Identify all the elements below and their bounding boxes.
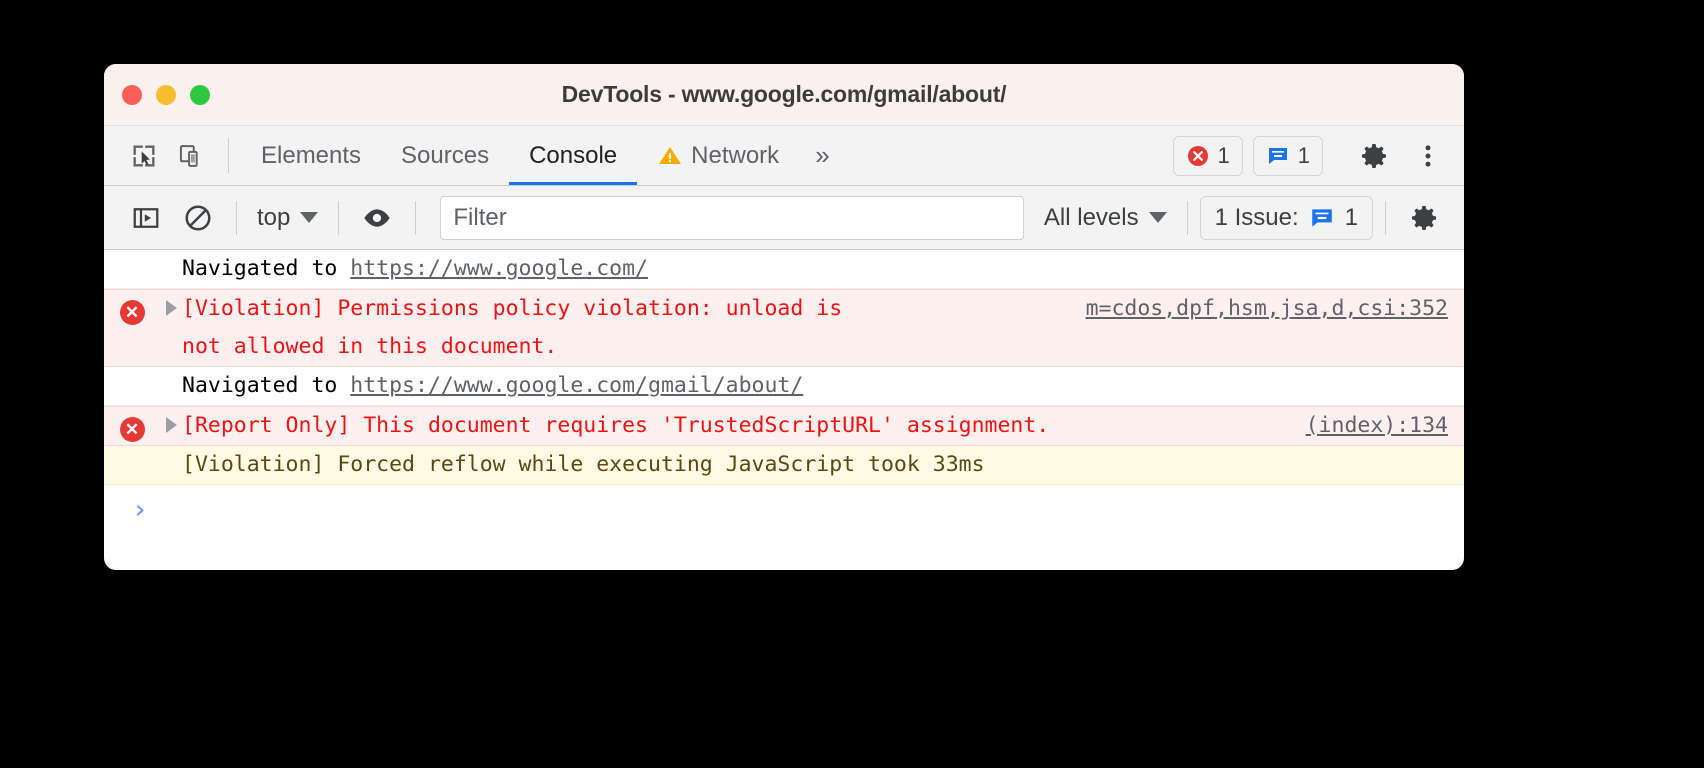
console-sidebar-icon[interactable] — [120, 192, 172, 244]
disclosure-triangle-icon — [160, 446, 182, 456]
console-message-row[interactable]: [Violation] Forced reflow while executin… — [104, 446, 1464, 485]
disclosure-triangle-icon — [160, 367, 182, 377]
window-controls — [122, 84, 210, 105]
device-toolbar-icon[interactable] — [168, 126, 216, 185]
message-source-link[interactable]: (index):134 — [1306, 407, 1448, 445]
message-text: [Violation] Permissions policy violation… — [182, 296, 843, 359]
console-toolbar-divider-1 — [236, 200, 237, 235]
message-level-gutter: ✕ — [104, 407, 160, 445]
tabbar-divider — [228, 138, 229, 173]
error-count-label: 1 — [1217, 142, 1230, 168]
console-message-row[interactable]: Navigated to https://www.google.com/ — [104, 250, 1464, 289]
message-body: [Violation] Permissions policy violation… — [182, 290, 1452, 366]
error-count-chip[interactable]: 1 — [1172, 135, 1243, 176]
disclosure-triangle-icon — [160, 250, 182, 260]
issues-button[interactable]: 1 Issue: 1 — [1199, 195, 1373, 240]
console-toolbar-divider-5 — [1385, 200, 1386, 235]
warning-triangle-icon — [657, 144, 683, 168]
console-toolbar-divider-4 — [1186, 200, 1188, 235]
console-message-row[interactable]: ✕ [Report Only] This document requires '… — [104, 406, 1464, 446]
disclosure-triangle-icon[interactable] — [160, 290, 182, 316]
issue-message-icon — [1266, 144, 1290, 168]
devtools-tabbar: Elements Sources Console Network » 1 1 — [104, 126, 1464, 186]
maximize-window-button[interactable] — [190, 84, 210, 105]
issue-count-chip[interactable]: 1 — [1252, 135, 1323, 176]
console-settings-gear-icon[interactable] — [1398, 192, 1450, 244]
window-titlebar: DevTools - www.google.com/gmail/about/ — [104, 64, 1464, 126]
issue-message-icon — [1309, 205, 1335, 231]
error-circle-icon — [1186, 144, 1210, 168]
execution-context-selector[interactable]: top — [249, 204, 326, 232]
message-level-gutter: ✕ — [104, 290, 160, 328]
tab-network-label: Network — [691, 141, 780, 169]
message-text-container: Navigated to https://www.google.com/gmai… — [182, 367, 803, 405]
message-level-gutter — [104, 367, 160, 405]
console-prompt[interactable]: › — [104, 485, 1464, 541]
navigated-url-link[interactable]: https://www.google.com/ — [350, 256, 648, 281]
issue-count-label: 1 — [1297, 142, 1310, 168]
screen-background: DevTools - www.google.com/gmail/about/ E… — [0, 0, 1704, 768]
message-source-link[interactable]: m=cdos,dpf,hsm,jsa,d,csi:352 — [1086, 290, 1448, 328]
tab-elements[interactable]: Elements — [241, 126, 381, 185]
more-tabs-button[interactable]: » — [799, 126, 845, 185]
message-text: [Violation] Forced reflow while executin… — [182, 452, 985, 477]
message-text: [Report Only] This document requires 'Tr… — [182, 413, 1050, 438]
tab-sources[interactable]: Sources — [381, 126, 509, 185]
clear-console-icon[interactable] — [172, 192, 224, 244]
navigated-url-link[interactable]: https://www.google.com/gmail/about/ — [350, 373, 803, 398]
live-expression-icon[interactable] — [351, 192, 403, 244]
log-level-selector[interactable]: All levels — [1036, 204, 1175, 232]
console-message-list: Navigated to https://www.google.com/ ✕ [… — [104, 250, 1464, 541]
error-badge-icon: ✕ — [119, 417, 145, 442]
error-badge-icon: ✕ — [119, 300, 145, 325]
chevron-down-icon — [1148, 212, 1167, 223]
chevron-down-icon — [300, 212, 319, 223]
message-prefix: Navigated to — [182, 373, 351, 398]
kebab-menu-icon[interactable] — [1406, 134, 1450, 178]
console-toolbar: top All levels 1 Issue: — [104, 186, 1464, 250]
tab-network[interactable]: Network — [637, 126, 799, 185]
prompt-caret-icon: › — [132, 495, 148, 525]
tab-sources-label: Sources — [401, 141, 490, 169]
tabbar-right-group: 1 1 — [1172, 126, 1465, 185]
console-message-row[interactable]: ✕ [Violation] Permissions policy violati… — [104, 289, 1464, 367]
log-level-label: All levels — [1043, 203, 1139, 231]
issues-count-label: 1 — [1344, 203, 1358, 231]
console-message-row[interactable]: Navigated to https://www.google.com/gmai… — [104, 367, 1464, 406]
message-body: Navigated to https://www.google.com/ — [182, 250, 1452, 288]
message-level-gutter — [104, 446, 160, 484]
console-toolbar-divider-2 — [338, 200, 340, 235]
filter-input[interactable] — [440, 195, 1024, 240]
close-window-button[interactable] — [122, 84, 142, 105]
tab-console[interactable]: Console — [509, 126, 637, 185]
tab-elements-label: Elements — [261, 141, 362, 169]
issues-label: 1 Issue: — [1214, 203, 1299, 231]
message-prefix: Navigated to — [182, 256, 351, 281]
message-text-container: Navigated to https://www.google.com/ — [182, 250, 648, 288]
gear-icon[interactable] — [1352, 134, 1396, 178]
inspect-element-icon[interactable] — [120, 126, 168, 185]
console-toolbar-divider-3 — [415, 200, 417, 235]
message-body: [Report Only] This document requires 'Tr… — [182, 407, 1452, 445]
execution-context-label: top — [257, 203, 291, 231]
message-body: [Violation] Forced reflow while executin… — [182, 446, 1452, 484]
message-body: Navigated to https://www.google.com/gmai… — [182, 367, 1452, 405]
minimize-window-button[interactable] — [156, 84, 176, 105]
disclosure-triangle-icon[interactable] — [160, 407, 182, 433]
message-level-gutter — [104, 250, 160, 288]
devtools-window: DevTools - www.google.com/gmail/about/ E… — [104, 64, 1464, 570]
window-title: DevTools - www.google.com/gmail/about/ — [561, 81, 1007, 107]
tab-console-label: Console — [529, 141, 618, 169]
